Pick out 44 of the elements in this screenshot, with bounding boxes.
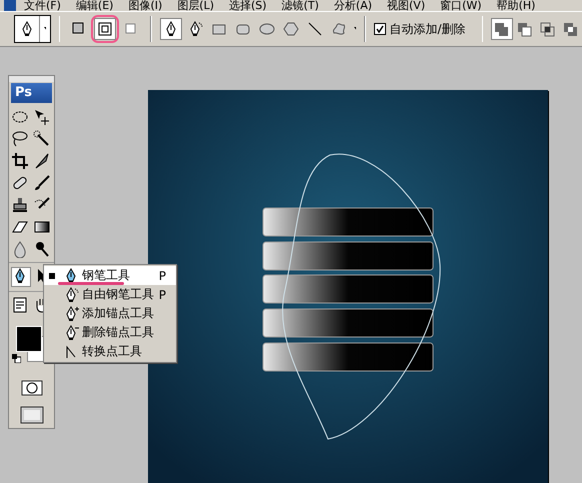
paths-icon — [97, 21, 114, 37]
wand-icon[interactable] — [32, 130, 50, 148]
menu-item[interactable]: 选择(S) — [229, 0, 267, 11]
menu-item[interactable]: 图像(I) — [128, 0, 162, 11]
quick-mask-icon[interactable] — [20, 380, 42, 396]
menu-item[interactable]: 图层(L) — [177, 0, 214, 11]
flyout-menu-item[interactable]: 删除锚点工具 — [44, 323, 176, 342]
intersect-area-icon — [540, 22, 556, 36]
brush-icon[interactable] — [32, 174, 50, 192]
screen-mode-icon[interactable] — [20, 406, 44, 424]
check-icon — [376, 25, 384, 33]
subtract-area-icon — [517, 22, 532, 36]
slice-icon[interactable] — [32, 152, 50, 170]
stamp-icon[interactable] — [10, 196, 28, 214]
flyout-menu-item[interactable]: 转换点工具 — [44, 342, 176, 361]
menu-item[interactable]: 分析(A) — [334, 0, 372, 11]
menu-item[interactable]: 滤镜(T) — [282, 0, 319, 11]
ellipse-icon — [258, 21, 275, 37]
flyout-menu-item[interactable]: 自由钢笔工具 P — [44, 285, 176, 304]
menu-item[interactable]: 视图(V) — [387, 0, 426, 11]
caret-icon — [44, 27, 46, 31]
menu-item[interactable]: 文件(F) — [24, 0, 61, 11]
menu-item[interactable]: 帮助(H) — [496, 0, 536, 11]
app-icon — [4, 0, 16, 11]
flyout-menu-item[interactable]: 添加锚点工具 — [44, 304, 176, 323]
move-icon[interactable] — [32, 108, 50, 126]
app-logo: Ps — [11, 83, 52, 103]
menu-item[interactable]: 窗口(W) — [440, 0, 482, 11]
line-icon — [306, 21, 323, 37]
default-colors-icon[interactable] — [12, 354, 21, 363]
menu-item[interactable]: 编辑(E) — [76, 0, 114, 11]
polygon-icon — [282, 21, 299, 37]
lasso-icon[interactable] — [10, 130, 28, 148]
exclude-area-icon — [563, 22, 578, 36]
foreground-color-swatch[interactable] — [16, 326, 42, 352]
custom-shape-icon — [330, 21, 347, 37]
crop-icon[interactable] — [10, 152, 28, 170]
tool-preset-picker[interactable] — [14, 15, 51, 43]
add-area-icon — [494, 22, 510, 36]
combine-mode-button[interactable] — [490, 18, 513, 40]
auto-add-delete-checkbox[interactable]: 自动添加/删除 — [374, 20, 466, 38]
caret-icon[interactable] — [354, 27, 356, 31]
note-icon[interactable] — [10, 296, 28, 314]
selected-bullet — [49, 272, 55, 278]
